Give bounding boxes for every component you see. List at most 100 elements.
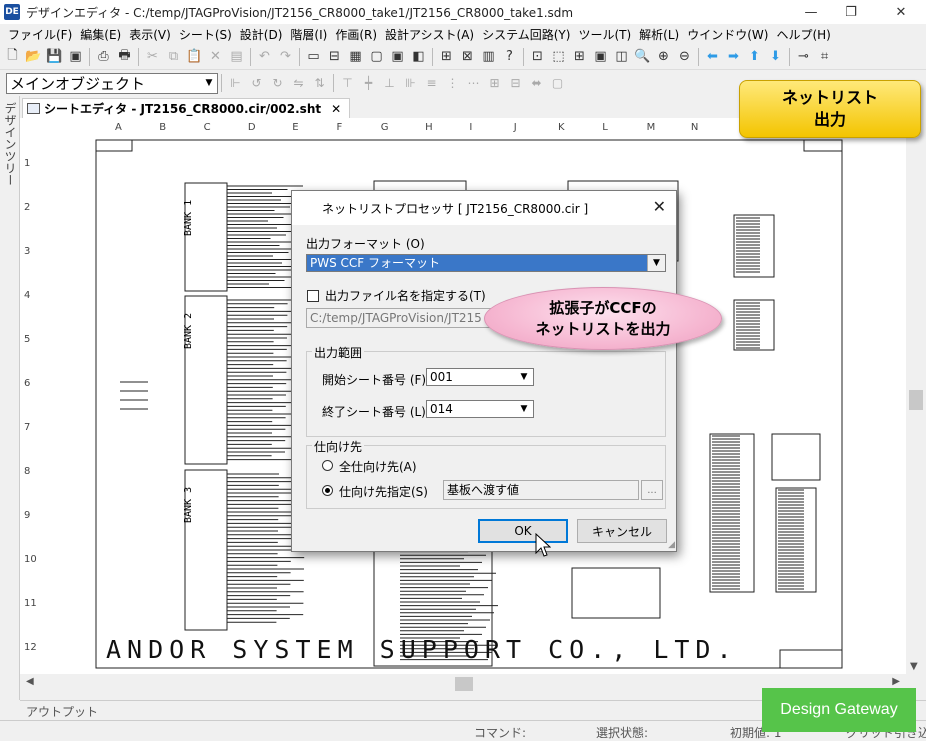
arrow-up-icon[interactable]: ⬆ bbox=[745, 47, 764, 66]
export-icon[interactable]: ◧ bbox=[409, 47, 428, 66]
menu-item[interactable]: シート(S) bbox=[175, 26, 236, 43]
align-left-icon[interactable]: ⊩ bbox=[226, 74, 245, 93]
distribute-h-icon[interactable]: ⊪ bbox=[401, 74, 420, 93]
status-selection: 選択状態: bbox=[596, 726, 649, 740]
space-v-icon[interactable]: ⋯ bbox=[464, 74, 483, 93]
delete-icon[interactable]: ✕ bbox=[206, 47, 225, 66]
chevron-down-icon: ▼ bbox=[520, 404, 528, 414]
menu-item[interactable]: ヘルプ(H) bbox=[772, 26, 834, 43]
menu-item[interactable]: 表示(V) bbox=[125, 26, 175, 43]
destination-value-field[interactable]: 基板へ渡す値 bbox=[443, 480, 639, 500]
dialog-close-icon[interactable]: ✕ bbox=[653, 197, 666, 216]
window-icon[interactable]: ▢ bbox=[367, 47, 386, 66]
vertical-scroll-thumb[interactable] bbox=[909, 390, 923, 410]
new-file-icon[interactable]: 🗋 bbox=[3, 47, 22, 66]
toolbar-separator bbox=[89, 47, 90, 66]
image-icon[interactable]: ▣ bbox=[388, 47, 407, 66]
resize-grip-icon[interactable]: ◢ bbox=[668, 540, 675, 550]
object-selector[interactable]: メインオブジェクト ▼ bbox=[6, 72, 218, 94]
redraw-icon[interactable]: ▣ bbox=[591, 47, 610, 66]
ok-button[interactable]: OK bbox=[478, 519, 568, 543]
specified-destination-radio[interactable] bbox=[322, 485, 333, 496]
browse-button[interactable]: ... bbox=[641, 480, 663, 500]
grid-icon[interactable]: ⌗ bbox=[815, 47, 834, 66]
save-icon[interactable]: 💾 bbox=[45, 47, 64, 66]
output-format-select[interactable]: PWS CCF フォーマット ▼ bbox=[306, 254, 666, 272]
menu-item[interactable]: 設計アシスト(A) bbox=[381, 26, 478, 43]
design-tree-tab[interactable]: デザインツリー bbox=[2, 102, 19, 186]
previous-view-icon[interactable]: ◫ bbox=[612, 47, 631, 66]
company-title-text: ANDOR SYSTEM SUPPORT CO., LTD. bbox=[106, 635, 738, 664]
flip-icon[interactable]: ⇋ bbox=[289, 74, 308, 93]
print-preview-icon[interactable]: 🖶 bbox=[115, 47, 134, 66]
pin-icon[interactable]: ⊸ bbox=[794, 47, 813, 66]
zoom-out-icon[interactable]: ⊖ bbox=[675, 47, 694, 66]
menu-item[interactable]: ツール(T) bbox=[574, 26, 635, 43]
cancel-button[interactable]: キャンセル bbox=[577, 519, 667, 543]
scroll-left-icon[interactable]: ◀ bbox=[26, 676, 34, 687]
redo-icon[interactable]: ↷ bbox=[276, 47, 295, 66]
toolbar-separator bbox=[333, 74, 334, 92]
component-icon[interactable]: ▭ bbox=[304, 47, 323, 66]
print-icon[interactable]: ⎙ bbox=[94, 47, 113, 66]
scroll-down-icon[interactable]: ▼ bbox=[910, 661, 918, 672]
check-icon[interactable]: ⊠ bbox=[458, 47, 477, 66]
arrow-right-icon[interactable]: ➡ bbox=[724, 47, 743, 66]
menu-item[interactable]: システム回路(Y) bbox=[478, 26, 574, 43]
ungroup-icon[interactable]: ⊟ bbox=[506, 74, 525, 93]
netlist-processor-dialog: ネットリストプロセッサ [ JT2156_CR8000.cir ] ✕ 出力フォ… bbox=[291, 190, 677, 552]
menu-item[interactable]: ウインドウ(W) bbox=[683, 26, 772, 43]
arrow-down-icon[interactable]: ⬇ bbox=[766, 47, 785, 66]
copy-icon[interactable]: ⧉ bbox=[164, 47, 183, 66]
properties-icon[interactable]: ▤ bbox=[227, 47, 246, 66]
menu-item[interactable]: ファイル(F) bbox=[4, 26, 76, 43]
area-zoom-icon[interactable]: ⬚ bbox=[549, 47, 568, 66]
paste-icon[interactable]: 📋 bbox=[185, 47, 204, 66]
menu-item[interactable]: 階層(I) bbox=[286, 26, 331, 43]
all-destinations-radio[interactable] bbox=[322, 460, 333, 471]
tab-sheet-editor[interactable]: シートエディタ - JT2156_CR8000.cir/002.sht ✕ bbox=[22, 98, 351, 118]
cut-icon[interactable]: ✂ bbox=[143, 47, 162, 66]
menu-item[interactable]: 設計(D) bbox=[236, 26, 287, 43]
scroll-right-icon[interactable]: ▶ bbox=[892, 676, 900, 687]
help-icon[interactable]: ? bbox=[500, 47, 519, 66]
horizontal-scroll-thumb[interactable] bbox=[455, 677, 473, 691]
end-sheet-select[interactable]: 014 ▼ bbox=[426, 400, 534, 418]
mirror-icon[interactable]: ⇅ bbox=[310, 74, 329, 93]
align-bottom-icon[interactable]: ⊥ bbox=[380, 74, 399, 93]
rotate-left-icon[interactable]: ↺ bbox=[247, 74, 266, 93]
zoom-window-icon[interactable]: 🔍 bbox=[633, 47, 652, 66]
save-all-icon[interactable]: ▣ bbox=[66, 47, 85, 66]
rotate-right-icon[interactable]: ↻ bbox=[268, 74, 287, 93]
arrow-left-icon[interactable]: ⬅ bbox=[703, 47, 722, 66]
zoom-in-icon[interactable]: ⊕ bbox=[654, 47, 673, 66]
menu-item[interactable]: 作画(R) bbox=[331, 26, 381, 43]
space-h-icon[interactable]: ⋮ bbox=[443, 74, 462, 93]
undo-icon[interactable]: ↶ bbox=[255, 47, 274, 66]
hierarchy-icon[interactable]: ⊟ bbox=[325, 47, 344, 66]
align-top-icon[interactable]: ⊤ bbox=[338, 74, 357, 93]
callout-line-1: 拡張子がCCFの bbox=[549, 298, 657, 317]
menu-item[interactable]: 編集(E) bbox=[76, 26, 125, 43]
start-sheet-select[interactable]: 001 ▼ bbox=[426, 368, 534, 386]
report-icon[interactable]: ▥ bbox=[479, 47, 498, 66]
output-path-field[interactable]: C:/temp/JTAGProVision/JT215 bbox=[306, 308, 506, 328]
distribute-v-icon[interactable]: ≡ bbox=[422, 74, 441, 93]
output-tab[interactable]: アウトプット bbox=[26, 703, 98, 720]
close-button[interactable]: ✕ bbox=[878, 0, 924, 24]
specify-filename-checkbox[interactable] bbox=[307, 290, 319, 302]
fit-icon[interactable]: ⊡ bbox=[528, 47, 547, 66]
table-icon[interactable]: ▦ bbox=[346, 47, 365, 66]
menu-item[interactable]: 解析(L) bbox=[635, 26, 683, 43]
resize-icon[interactable]: ⬌ bbox=[527, 74, 546, 93]
dialog-title: ネットリストプロセッサ [ JT2156_CR8000.cir ] bbox=[322, 201, 589, 216]
restore-button[interactable]: ❐ bbox=[828, 0, 874, 24]
vertical-scrollbar[interactable]: ▼ bbox=[906, 118, 926, 674]
align-center-icon[interactable]: ┿ bbox=[359, 74, 378, 93]
netlist-icon[interactable]: ⊞ bbox=[437, 47, 456, 66]
group-icon[interactable]: ⊞ bbox=[485, 74, 504, 93]
close-tab-icon[interactable]: ✕ bbox=[331, 102, 341, 116]
zoom-all-icon[interactable]: ⊞ bbox=[570, 47, 589, 66]
open-folder-icon[interactable]: 📂 bbox=[24, 47, 43, 66]
front-icon[interactable]: ▢ bbox=[548, 74, 567, 93]
